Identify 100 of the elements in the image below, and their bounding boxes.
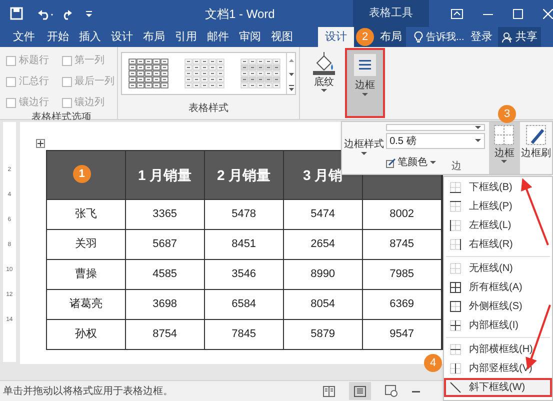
- border-bottom-icon: [450, 182, 461, 193]
- arrow: [521, 178, 549, 246]
- table-cell: 5879: [284, 320, 363, 349]
- ribbon-tab[interactable]: 插入: [74, 27, 106, 47]
- checkbox-label: 镶边行: [19, 96, 49, 110]
- customize-caret-icon[interactable]: [85, 10, 93, 18]
- table-cell: 4585: [126, 260, 205, 289]
- ribbon-tab[interactable]: 设计: [318, 27, 354, 47]
- menu-item[interactable]: 右框线(R): [444, 235, 552, 254]
- border-right-icon: [450, 239, 461, 250]
- table-move-handle-icon[interactable]: [36, 139, 45, 148]
- border-diag-down-icon: [450, 382, 461, 393]
- table-style-thumbnail[interactable]: [184, 58, 226, 90]
- table-cell: 张飞: [46, 200, 126, 229]
- header-cell: 1 月销量: [126, 151, 205, 199]
- ribbon-tab[interactable]: 布局: [138, 27, 170, 47]
- table-style-gallery[interactable]: [121, 52, 296, 95]
- table-cell: 6584: [204, 290, 284, 319]
- header-cell: 2 月销量: [204, 151, 284, 199]
- share-button[interactable]: 共享: [498, 27, 542, 47]
- ribbon-display-icon[interactable]: [451, 8, 463, 18]
- table-cell: 5478: [204, 200, 284, 229]
- shading-button[interactable]: 底纹: [306, 51, 342, 101]
- ribbon-tab[interactable]: 审阅: [234, 27, 266, 47]
- borders-button[interactable]: 边框: [488, 122, 520, 174]
- person-plus-icon: [502, 32, 514, 42]
- caret-icon: [474, 126, 481, 130]
- border-painter-button[interactable]: 边框刷: [520, 122, 552, 174]
- group-label: 边: [452, 160, 462, 174]
- menu-item[interactable]: 斜下框线(W): [444, 378, 552, 397]
- checkbox[interactable]: [62, 56, 72, 66]
- checkbox-label: 最后一列: [74, 74, 114, 89]
- undo-icon[interactable]: [37, 8, 55, 20]
- step-number-badge: 1: [72, 165, 91, 183]
- menu-item[interactable]: 上框线(P): [444, 197, 552, 216]
- caret-icon: [474, 139, 481, 143]
- menu-item[interactable]: 左框线(L): [444, 216, 552, 235]
- caret-icon: [430, 160, 436, 164]
- pen-icon: [386, 158, 396, 168]
- border-top-icon: [450, 201, 461, 212]
- read-mode-icon[interactable]: [323, 386, 335, 396]
- checkbox[interactable]: [62, 76, 72, 86]
- ribbon-tab[interactable]: 引用: [170, 27, 202, 47]
- table-cell: 3546: [204, 260, 284, 289]
- border-left-icon: [450, 220, 461, 231]
- ribbon-tab[interactable]: 开始: [42, 27, 74, 47]
- table-cell: 8002: [362, 200, 442, 229]
- checkbox[interactable]: [6, 98, 16, 108]
- caret-icon: [321, 89, 327, 93]
- menu-item[interactable]: 内部横框线(H): [444, 340, 552, 359]
- pen-color-button[interactable]: 笔颜色: [386, 155, 436, 170]
- zoom-out-icon[interactable]: [412, 390, 420, 392]
- menu-item[interactable]: 所有框线(A): [444, 278, 552, 297]
- line-weight-dropdown[interactable]: 0.5 磅: [386, 133, 485, 149]
- table-cell: 8451: [204, 230, 284, 259]
- ribbon-tab[interactable]: 设计: [106, 27, 138, 47]
- maximize-icon[interactable]: [513, 8, 523, 18]
- table-style-thumbnail[interactable]: [240, 58, 282, 90]
- checkbox[interactable]: [6, 76, 16, 86]
- save-icon[interactable]: [10, 7, 23, 20]
- close-icon[interactable]: [543, 8, 553, 18]
- status-text: 单击并拖动以将格式应用于表格边框。: [3, 384, 174, 398]
- checkbox-label: 汇总行: [19, 74, 49, 89]
- menu-item[interactable]: 下框线(B): [444, 178, 552, 197]
- borders-button[interactable]: 边框: [345, 48, 385, 118]
- border-inside-v-icon: [450, 363, 461, 374]
- table-cell: 3365: [126, 200, 205, 229]
- web-layout-icon[interactable]: [385, 385, 398, 397]
- menu-item[interactable]: 无框线(N): [444, 259, 552, 278]
- caret-icon: [362, 92, 368, 98]
- table-cell: 2654: [284, 230, 363, 259]
- ribbon-tab[interactable]: 文件: [6, 27, 42, 47]
- caret-icon: [360, 151, 367, 157]
- ribbon-tab[interactable]: 邮件: [202, 27, 234, 47]
- ribbon-tab[interactable]: 视图: [266, 27, 298, 47]
- table-cell: 孙权: [46, 320, 126, 349]
- tell-me-search[interactable]: 告诉我...: [426, 30, 464, 44]
- table-cell: 曹操: [46, 260, 126, 289]
- table-cell: 5474: [284, 200, 363, 229]
- border-lines-icon: [354, 54, 376, 76]
- table-cell: 8054: [284, 290, 363, 319]
- print-layout-button[interactable]: [349, 382, 371, 400]
- border-inside-h-icon: [450, 344, 461, 355]
- contextual-tab-header: 表格工具: [353, 0, 429, 27]
- table-cell: 8754: [126, 320, 205, 349]
- border-none-icon: [450, 263, 461, 274]
- border-inside-icon: [450, 320, 461, 331]
- checkbox[interactable]: [6, 56, 16, 66]
- paint-bucket-icon: [312, 51, 336, 75]
- table-cell: 9547: [362, 320, 442, 349]
- table-style-thumbnail[interactable]: [128, 58, 170, 90]
- checkbox-label: 标题行: [19, 54, 49, 68]
- ribbon-tab[interactable]: 布局: [376, 27, 406, 47]
- redo-icon[interactable]: [61, 8, 73, 20]
- menu-item[interactable]: 内部框线(I): [444, 316, 552, 335]
- checkbox[interactable]: [62, 98, 72, 108]
- menu-item[interactable]: 外侧框线(S): [444, 297, 552, 316]
- sign-in-link[interactable]: 登录: [470, 27, 492, 47]
- step-number-badge: 2: [356, 28, 374, 46]
- window-title: 文档1 - Word: [205, 6, 276, 22]
